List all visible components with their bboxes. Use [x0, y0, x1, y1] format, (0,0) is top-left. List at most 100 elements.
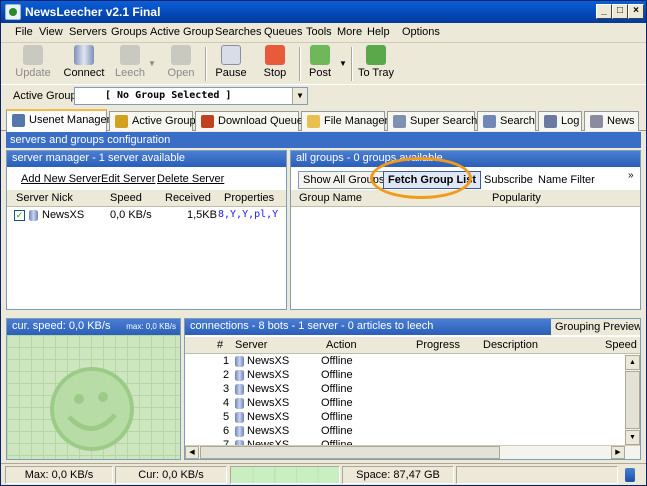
row-action: Offline — [321, 355, 353, 367]
scroll-thumb[interactable] — [625, 371, 640, 429]
add-new-server-button[interactable]: Add New Server — [21, 173, 101, 185]
subscribe-button[interactable]: Subscribe — [484, 174, 533, 186]
menu-groups[interactable]: Groups — [111, 26, 147, 38]
tab-usenet-manager[interactable]: Usenet Manager — [6, 109, 110, 132]
h-scroll-thumb[interactable] — [200, 446, 500, 459]
horizontal-scrollbar[interactable]: ◀ ▶ — [185, 445, 640, 459]
tab-download-queue[interactable]: Download Queue — [195, 111, 303, 131]
post-dropdown-arrow[interactable]: ▼ — [339, 59, 347, 68]
preview-tab[interactable]: Preview — [603, 321, 640, 333]
maximize-button[interactable]: □ — [612, 4, 628, 19]
server-icon — [29, 210, 38, 221]
title-bar[interactable]: NewsLeecher v2.1 Final _ □ × — [1, 1, 646, 23]
col-popularity[interactable]: Popularity — [492, 192, 541, 204]
active-group-select[interactable]: [ No Group Selected ] ▼ — [74, 87, 308, 105]
grouping-tab[interactable]: Grouping — [555, 321, 600, 333]
table-row[interactable]: 1 NewsXS Offline — [185, 355, 625, 369]
post-button[interactable]: Post — [305, 45, 335, 83]
col-speed[interactable]: Speed — [110, 192, 142, 204]
scroll-left-arrow[interactable]: ◀ — [185, 446, 199, 459]
server-manager-panel: server manager - 1 server available Add … — [6, 150, 287, 310]
transfer-icon[interactable] — [625, 468, 635, 482]
pause-label: Pause — [215, 67, 247, 79]
row-number: 2 — [223, 369, 230, 381]
col-action[interactable]: Action — [326, 339, 357, 351]
chevron-down-icon[interactable]: ▼ — [292, 88, 307, 104]
table-row[interactable]: 5 NewsXS Offline — [185, 411, 625, 425]
scroll-up-arrow[interactable]: ▲ — [625, 355, 640, 370]
tab-log[interactable]: Log — [538, 111, 582, 131]
minimize-button[interactable]: _ — [596, 4, 612, 19]
tab-super-search[interactable]: Super Search — [387, 111, 477, 131]
menu-help[interactable]: Help — [367, 26, 390, 38]
leech-label: Leech — [115, 67, 145, 79]
search-icon — [483, 115, 496, 128]
leech-dropdown-arrow[interactable]: ▼ — [148, 59, 156, 68]
server-icon — [235, 356, 244, 367]
col-properties[interactable]: Properties — [224, 192, 274, 204]
pause-button[interactable]: Pause — [213, 45, 249, 83]
scroll-right-arrow[interactable]: ▶ — [611, 446, 625, 459]
edit-server-button[interactable]: Edit Server — [101, 173, 155, 185]
menu-more[interactable]: More — [337, 26, 362, 38]
col-progress[interactable]: Progress — [416, 339, 460, 351]
menu-servers[interactable]: Servers — [69, 26, 107, 38]
update-button[interactable]: Update — [13, 45, 53, 83]
menu-view[interactable]: View — [39, 26, 63, 38]
server-icon — [12, 114, 25, 127]
connect-label: Connect — [63, 67, 105, 79]
col-server[interactable]: Server — [235, 339, 267, 351]
name-filter-button[interactable]: Name Filter — [538, 174, 595, 186]
more-chevron-icon[interactable]: » — [628, 170, 634, 181]
menu-queues[interactable]: Queues — [264, 26, 303, 38]
menu-file[interactable]: File — [15, 26, 33, 38]
stop-icon — [265, 45, 285, 65]
table-row[interactable]: 2 NewsXS Offline — [185, 369, 625, 383]
server-icon — [235, 426, 244, 437]
close-button[interactable]: × — [628, 4, 644, 19]
leech-button[interactable]: Leech — [113, 45, 147, 83]
col-speed[interactable]: Speed — [605, 339, 637, 351]
col-server-nick[interactable]: Server Nick — [16, 192, 73, 204]
table-row[interactable]: 4 NewsXS Offline — [185, 397, 625, 411]
tab-label: Search — [500, 115, 535, 127]
menu-options[interactable]: Options — [402, 26, 440, 38]
pause-icon — [221, 45, 241, 65]
server-icon — [235, 412, 244, 423]
groups-table-header: Group Name Popularity — [291, 190, 640, 207]
open-button[interactable]: Open — [163, 45, 199, 83]
tab-search[interactable]: Search — [477, 111, 536, 131]
col-received[interactable]: Received — [165, 192, 211, 204]
connect-button[interactable]: Connect — [63, 45, 105, 83]
status-bar: Max: 0,0 KB/s Cur: 0,0 KB/s Space: 87,47… — [1, 463, 646, 485]
active-group-value: [ No Group Selected ] — [105, 90, 232, 101]
tab-label: File Manager — [324, 115, 389, 127]
table-row[interactable]: 6 NewsXS Offline — [185, 425, 625, 439]
vertical-scrollbar[interactable]: ▲ ▼ — [625, 355, 640, 445]
connections-header: connections - 8 bots - 1 server - 0 arti… — [185, 319, 551, 335]
delete-server-button[interactable]: Delete Server — [157, 173, 224, 185]
stop-button[interactable]: Stop — [259, 45, 291, 83]
col-group-name[interactable]: Group Name — [299, 192, 362, 204]
col-description[interactable]: Description — [483, 339, 538, 351]
server-enabled-checkbox[interactable]: ✓ — [14, 210, 25, 221]
tab-active-group[interactable]: Active Group — [109, 111, 196, 131]
tab-file-manager[interactable]: File Manager — [301, 111, 389, 131]
server-speed: 0,0 KB/s — [110, 209, 152, 221]
scroll-down-arrow[interactable]: ▼ — [625, 430, 640, 445]
col-number[interactable]: # — [217, 339, 223, 351]
update-label: Update — [15, 67, 51, 79]
menu-tools[interactable]: Tools — [306, 26, 332, 38]
tray-icon — [366, 45, 386, 65]
leech-icon — [120, 45, 140, 65]
table-row[interactable]: 3 NewsXS Offline — [185, 383, 625, 397]
row-server: NewsXS — [247, 411, 290, 423]
tab-news[interactable]: News — [584, 111, 639, 131]
to-tray-button[interactable]: To Tray — [357, 45, 395, 83]
post-label: Post — [308, 67, 331, 79]
app-icon[interactable] — [5, 4, 21, 20]
table-row[interactable]: ✓ NewsXS 0,0 KB/s 1,5KB 8,Y,Y,pl,Y — [7, 208, 286, 224]
max-speed-label: max: 0,0 KB/s — [126, 322, 176, 331]
menu-active-group[interactable]: Active Group — [150, 26, 214, 38]
menu-searches[interactable]: Searches — [215, 26, 261, 38]
